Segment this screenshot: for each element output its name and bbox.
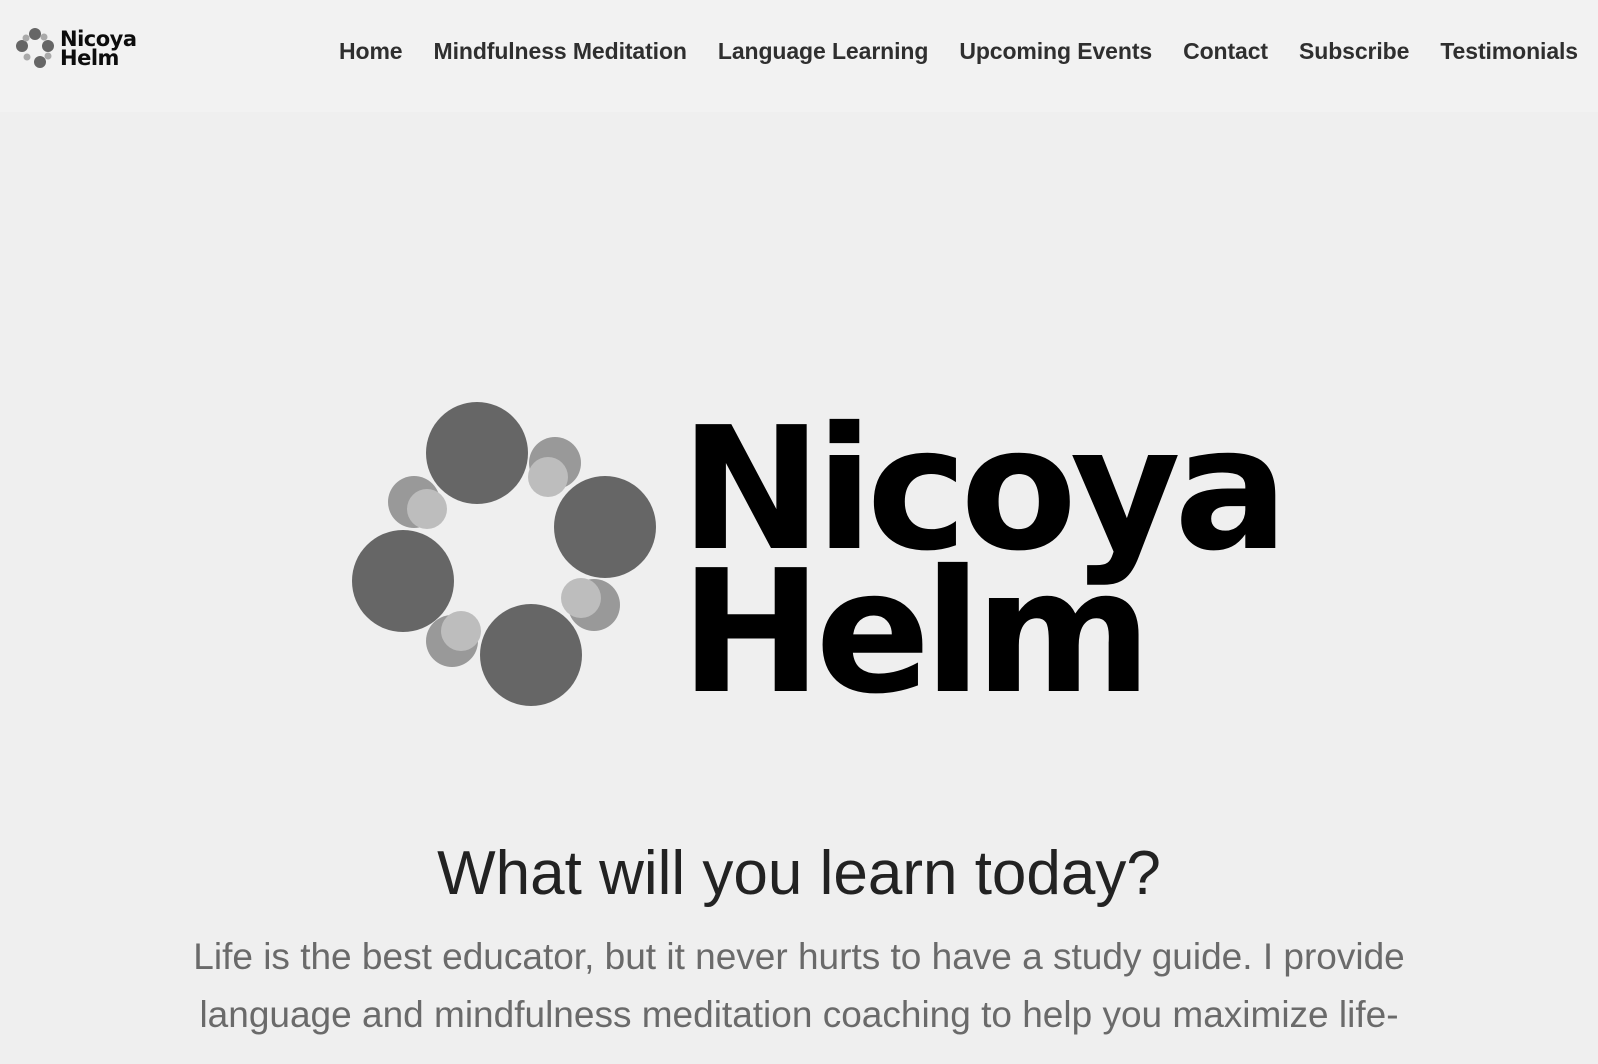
nav-item-testimonials[interactable]: Testimonials: [1440, 36, 1578, 66]
hero-logo: Nicoya Helm: [350, 395, 1289, 732]
nav-item-subscribe[interactable]: Subscribe: [1299, 36, 1409, 66]
nav-item-upcoming-events[interactable]: Upcoming Events: [959, 36, 1152, 66]
nav-item-home[interactable]: Home: [339, 36, 403, 66]
site-header: Nicoya Helm Home Mindfulness Meditation …: [0, 0, 1598, 112]
nav-item-mindfulness-meditation[interactable]: Mindfulness Meditation: [434, 36, 687, 66]
hero-logo-line2: Helm: [680, 534, 1152, 732]
nav-item-contact[interactable]: Contact: [1183, 36, 1268, 66]
main-nav: Home Mindfulness Meditation Language Lea…: [339, 36, 1578, 66]
brand-logo-link[interactable]: Nicoya Helm: [14, 26, 144, 72]
page-headline: What will you learn today?: [437, 839, 1161, 908]
logo-circles-icon: [16, 28, 54, 68]
nav-item-language-learning[interactable]: Language Learning: [718, 36, 929, 66]
intro-paragraph: Life is the best educator, but it never …: [193, 936, 1405, 1035]
brand-name-line2: Helm: [60, 46, 119, 70]
hero-logo-circles-icon: [352, 402, 656, 706]
